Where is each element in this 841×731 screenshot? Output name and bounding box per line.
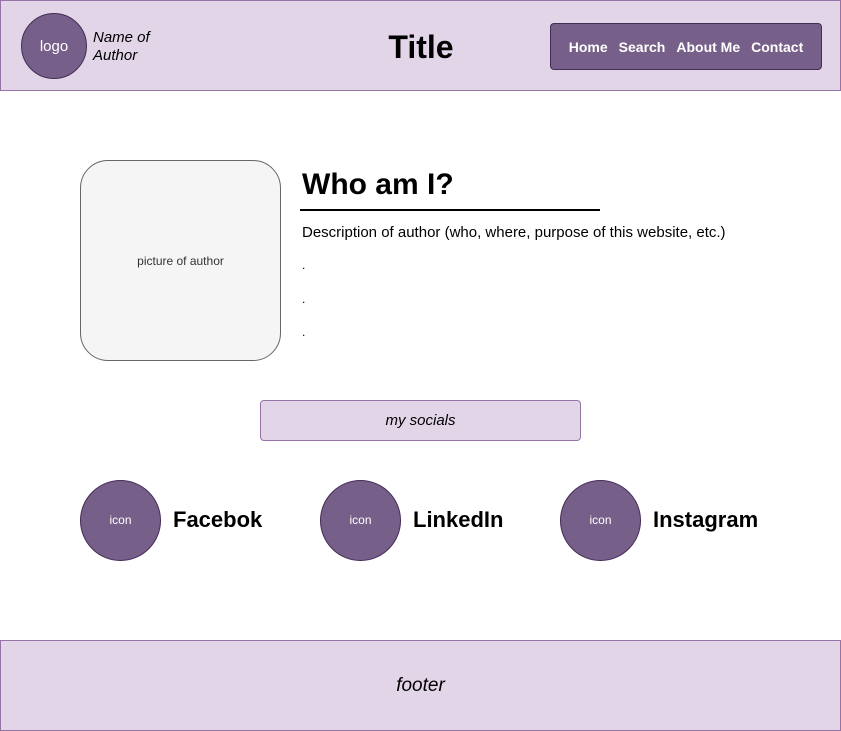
- about-heading: Who am I?: [302, 168, 454, 201]
- instagram-icon[interactable]: icon: [560, 479, 641, 561]
- social-facebook[interactable]: icon Facebok: [80, 479, 262, 561]
- nav-search[interactable]: Search: [619, 39, 666, 55]
- placeholder-dot: .: [302, 325, 306, 339]
- author-picture-label: picture of author: [137, 253, 224, 268]
- icon-placeholder-text: icon: [109, 513, 132, 527]
- linkedin-icon[interactable]: icon: [320, 479, 401, 561]
- placeholder-dot: .: [302, 258, 306, 272]
- author-name: Name of Author: [93, 29, 173, 65]
- facebook-icon[interactable]: icon: [80, 479, 161, 561]
- socials-label: my socials: [385, 412, 456, 429]
- author-description: Description of author (who, where, purpo…: [302, 224, 726, 241]
- social-instagram[interactable]: icon Instagram: [560, 479, 758, 561]
- logo-text: logo: [39, 37, 69, 55]
- logo[interactable]: logo: [21, 13, 87, 79]
- social-label-instagram[interactable]: Instagram: [653, 507, 758, 533]
- placeholder-dot: .: [302, 292, 306, 306]
- social-label-linkedin[interactable]: LinkedIn: [413, 507, 503, 533]
- author-name-line-1: Name of: [93, 29, 150, 46]
- socials-header: my socials: [260, 400, 581, 441]
- nav-contact[interactable]: Contact: [751, 39, 803, 55]
- nav-bar: Home Search About Me Contact: [550, 23, 822, 70]
- social-label-facebook[interactable]: Facebok: [173, 507, 262, 533]
- nav-home[interactable]: Home: [569, 39, 608, 55]
- icon-placeholder-text: icon: [589, 513, 612, 527]
- heading-underline: [300, 209, 600, 211]
- page-title: Title: [388, 29, 454, 65]
- author-name-line-2: Author: [93, 47, 138, 64]
- nav-about-me[interactable]: About Me: [676, 39, 740, 55]
- footer: footer: [0, 640, 841, 731]
- author-picture: picture of author: [80, 160, 281, 361]
- icon-placeholder-text: icon: [349, 513, 372, 527]
- social-linkedin[interactable]: icon LinkedIn: [320, 479, 503, 561]
- footer-text: footer: [396, 674, 445, 696]
- header: logo Name of Author Title Home Search Ab…: [0, 0, 841, 91]
